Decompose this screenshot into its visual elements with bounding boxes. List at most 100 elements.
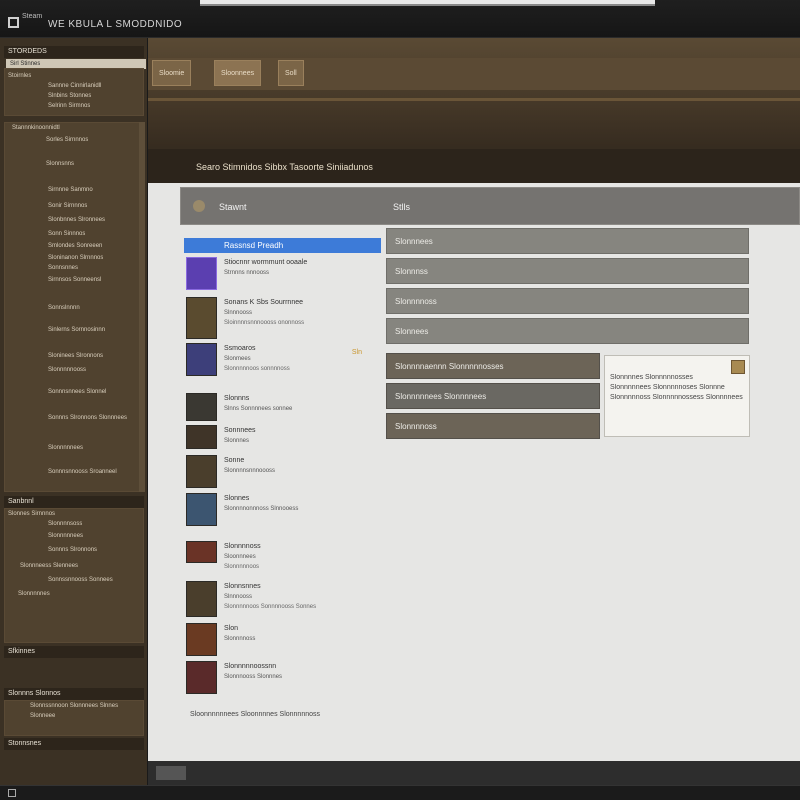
- sidebar-item[interactable]: Slonnnnsoss: [48, 520, 82, 528]
- sidebar-item[interactable]: Slnbins Stonnes: [48, 92, 91, 100]
- game-subtitle: Strnnns nnnooss: [224, 270, 270, 276]
- app-logo-icon: [8, 17, 19, 28]
- game-list-item[interactable]: Slonnnnoss Sloonnnees Slonnnnnoos: [186, 541, 382, 577]
- game-meta: Slonnnnnoos sonnnnoss: [224, 366, 290, 372]
- game-meta: Slonnnnnoos: [224, 564, 260, 570]
- column-header-left[interactable]: Stawnt: [219, 202, 247, 212]
- sidebar-item[interactable]: Slonnes Sirnnnos: [8, 510, 55, 518]
- status-chip[interactable]: [156, 766, 186, 780]
- sidebar-item[interactable]: Sloninees Slronnons: [48, 352, 103, 360]
- sidebar-item[interactable]: Slonnsnns: [46, 160, 74, 168]
- game-title: Sonans K Sbs Sourrnnee: [224, 299, 303, 306]
- sidebar-section-header[interactable]: Sanbnnl: [4, 496, 144, 508]
- tab-home[interactable]: Sloomie: [152, 60, 192, 86]
- game-list-item[interactable]: Stiocnnr wormmunt ooaale Strnnns nnnooss: [186, 257, 382, 293]
- game-subtitle: Slonnnnsnnnoooss: [224, 468, 276, 474]
- sidebar-section-header[interactable]: Slonnns Slonnos: [4, 688, 144, 700]
- sidebar-item[interactable]: Sonnnsnnees Slonnel: [48, 388, 106, 396]
- game-thumbnail: [186, 257, 217, 290]
- sidebar-item[interactable]: Slonneee: [30, 712, 55, 720]
- sidebar-item[interactable]: Stoirnles: [8, 72, 31, 80]
- sidebar-scrollbar[interactable]: [139, 122, 145, 492]
- game-subtitle: Slonnnnonnnoss Slnnooess: [224, 506, 299, 512]
- sidebar-item[interactable]: Sirnnsos Sonneensl: [48, 276, 101, 284]
- main-content: Stawnt Stlls Rassnsd Preadh Stiocnnr wor…: [148, 183, 800, 761]
- game-title: Sonne: [224, 457, 245, 464]
- action-button[interactable]: Slonnnnaennn Slonnnnnosses: [386, 353, 600, 379]
- sidebar-item[interactable]: Stannnkinoonnidtl: [12, 124, 60, 132]
- sidebar-item[interactable]: Sonn Sinnnos: [48, 230, 85, 238]
- game-thumbnail: [186, 581, 217, 617]
- game-thumbnail: [186, 623, 217, 656]
- app-label: Steam: [22, 13, 43, 20]
- sidebar-section-header[interactable]: Stonnsnes: [4, 738, 144, 750]
- list-footer-link[interactable]: Sloonnnnnnees Sloonnnnes Slonnnnnoss: [190, 711, 320, 718]
- sidebar-active-label: Sirl Stinnes: [10, 61, 41, 67]
- sidebar-item[interactable]: Sonnns Slronnons: [48, 546, 97, 554]
- game-meta: Sloinnnnsnnnoooss ononnoss: [224, 320, 305, 326]
- sidebar-item[interactable]: Slonnssnnoon Slonnnees Slnnes: [30, 702, 118, 710]
- sidebar-item[interactable]: Slonnnnnees: [48, 532, 83, 540]
- sidebar-item[interactable]: Sonnslnnnn: [48, 304, 80, 312]
- action-button[interactable]: Slonnnnnees Slonnnnees: [386, 383, 600, 409]
- sidebar: STORDEDS Sirl Stinnes Stoirnles Sannne C…: [0, 38, 148, 785]
- game-title: Slonnnnoss: [224, 543, 261, 550]
- game-list-item[interactable]: Slonnns Slnns Sonnnnees sonnee: [186, 393, 382, 423]
- sidebar-item[interactable]: Slonbnnes Slronnees: [48, 216, 105, 224]
- selected-list-item[interactable]: Rassnsd Preadh: [184, 238, 381, 253]
- sidebar-item[interactable]: Sinlerns Sornnosinnn: [48, 326, 105, 334]
- game-subtitle: Slnnnooss: [224, 310, 253, 316]
- filter-button[interactable]: Slonnnees: [386, 228, 749, 254]
- sidebar-item[interactable]: Slonnnnnes: [18, 590, 50, 598]
- game-badge: Sln: [351, 349, 362, 356]
- sidebar-item[interactable]: Sonnns Slronnons Slonnnees: [48, 414, 127, 422]
- column-header-right[interactable]: Stlls: [393, 202, 410, 212]
- game-list-item[interactable]: Slon Slonnnnoss: [186, 623, 382, 659]
- game-list-item[interactable]: Slonnsnnes Slnnnooss Slonnnnnoos Sonnnno…: [186, 581, 382, 619]
- game-subtitle: Sloonnnees: [224, 554, 256, 560]
- address-bar[interactable]: [200, 0, 655, 6]
- filter-button[interactable]: Slonnnnoss: [386, 288, 749, 314]
- breadcrumb: Searo Stimnidos Sibbx Tasoorte Siniiadun…: [196, 162, 373, 172]
- game-thumbnail: [186, 343, 217, 376]
- sidebar-item[interactable]: Sonir Sirnnnos: [48, 202, 87, 210]
- sidebar-item[interactable]: Sonnssnnooss Sonnees: [48, 576, 113, 584]
- game-list-item[interactable]: Sonne Slonnnnsnnnoooss: [186, 455, 382, 489]
- game-title: Sonnnees: [224, 427, 256, 434]
- sidebar-item[interactable]: Sannne Cinnirlanidll: [48, 82, 101, 90]
- action-button[interactable]: Slonnnnoss: [386, 413, 600, 439]
- game-subtitle: Slonnnes: [224, 438, 250, 444]
- sidebar-item[interactable]: Sorles Sirnnnos: [46, 136, 88, 144]
- game-thumbnail: [186, 661, 217, 694]
- tab-library[interactable]: Soll: [278, 60, 304, 86]
- sidebar-section-header[interactable]: Sfkinnes: [4, 646, 144, 658]
- game-list-item[interactable]: Slonnes Slonnnnonnnoss Slnnooess: [186, 493, 382, 529]
- status-bar: [148, 761, 800, 785]
- game-list-item[interactable]: Ssmoaros Slonmees Slonnnnnoos sonnnnoss …: [186, 343, 382, 383]
- filter-button[interactable]: Slonnnss: [386, 258, 749, 284]
- store-header-banner: Sloomie Sloonnees Soll Searo Stimnidos S…: [148, 38, 800, 183]
- tab-store[interactable]: Sloonnees: [214, 60, 262, 86]
- game-thumbnail: [186, 425, 217, 449]
- sidebar-item[interactable]: Selrinn Sirmnos: [48, 102, 90, 110]
- tooltip-line: Slonnnnnees Slonnnnnoses Slonnne: [610, 384, 725, 391]
- game-thumbnail: [186, 455, 217, 488]
- game-list-item[interactable]: Slonnnnnoossnn Slonnnooss Slonnnes: [186, 661, 382, 697]
- game-list-item[interactable]: Sonans K Sbs Sourrnnee Slnnnooss Sloinnn…: [186, 297, 382, 339]
- tooltip-line: Slonnnnes Slonnnnnosses: [610, 374, 693, 381]
- sidebar-item[interactable]: Slonnneess Slennees: [20, 562, 78, 570]
- sidebar-item[interactable]: Sloninanon Slrnnnos: [48, 254, 103, 262]
- game-subtitle: Slonnnooss Slonnnes: [224, 674, 283, 680]
- filter-button[interactable]: Slonnees: [386, 318, 749, 344]
- game-subtitle: Slnnnooss: [224, 594, 253, 600]
- sidebar-item[interactable]: Sonnnsnnooss Sroanneel: [48, 468, 117, 476]
- title-bar: Steam WE KBULA L SMODDNIDO: [0, 0, 800, 38]
- window-icon[interactable]: [8, 789, 16, 797]
- game-list-item[interactable]: Sonnnees Slonnnes: [186, 425, 382, 453]
- sidebar-item[interactable]: Sirnnne Sanmno: [48, 186, 93, 194]
- game-title: Slonnnnnoossnn: [224, 663, 277, 670]
- sidebar-item[interactable]: Slonnnnnees: [48, 444, 83, 452]
- sidebar-item[interactable]: Smlondes Sonreeen: [48, 242, 102, 250]
- sidebar-item[interactable]: Slonnnnnooss: [48, 366, 86, 374]
- sidebar-item[interactable]: Sonnsnnes: [48, 264, 78, 272]
